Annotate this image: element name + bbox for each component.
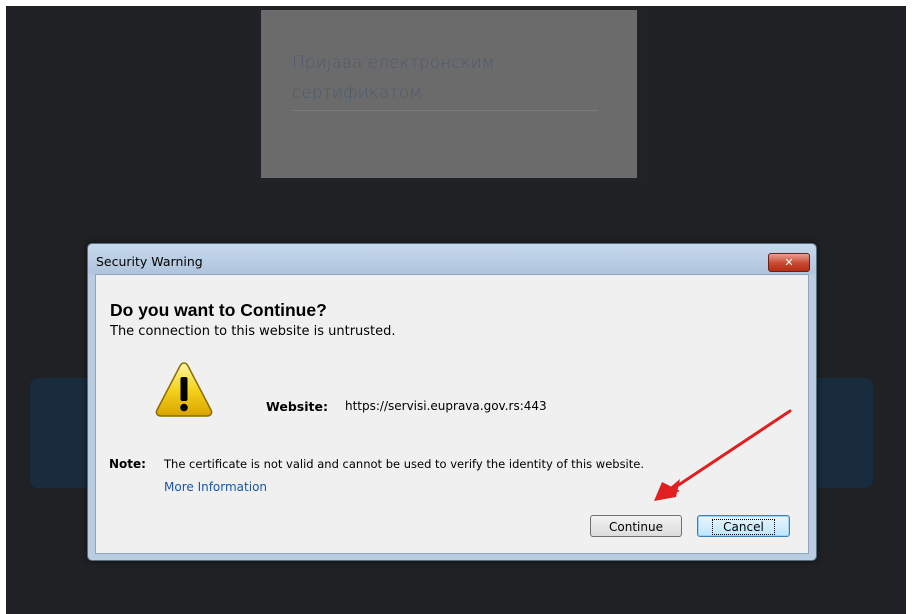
red-arrow-annotation (654, 409, 792, 501)
dialog-title: Security Warning (96, 254, 203, 269)
note-label: Note: (109, 457, 146, 471)
security-warning-dialog: Security Warning ✕ Do you want to Contin… (87, 243, 817, 561)
website-label: Website: (266, 399, 328, 414)
close-button[interactable]: ✕ (768, 253, 810, 272)
more-information-link[interactable]: More Information (164, 480, 267, 494)
dialog-heading: Do you want to Continue? (110, 300, 327, 320)
login-certificate-title[interactable]: Пријава електронским сертификатом (292, 48, 592, 108)
close-icon: ✕ (784, 256, 794, 269)
cancel-button[interactable]: Cancel (697, 515, 790, 537)
website-url: https://servisi.euprava.gov.rs:443 (345, 399, 547, 413)
note-text: The certificate is not valid and cannot … (164, 457, 644, 471)
warning-triangle-icon (155, 362, 213, 417)
login-title-underline (292, 110, 598, 111)
dialog-titlebar[interactable]: Security Warning ✕ (88, 244, 816, 274)
dialog-subheading: The connection to this website is untrus… (110, 324, 396, 339)
cancel-button-label: Cancel (712, 519, 775, 535)
login-card: Пријава електронским сертификатом (255, 6, 650, 183)
continue-button[interactable]: Continue (590, 515, 682, 537)
